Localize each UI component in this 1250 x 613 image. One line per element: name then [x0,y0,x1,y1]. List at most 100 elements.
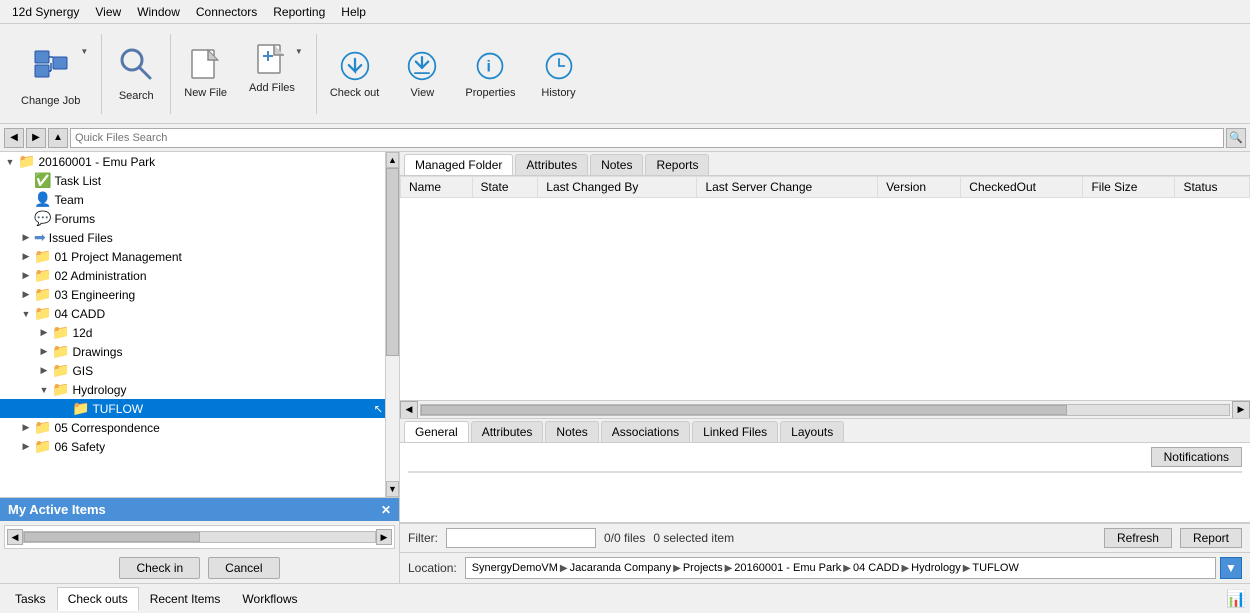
history-button[interactable]: History [529,38,589,110]
col-name[interactable]: Name [401,177,473,198]
tree-scroll-wrapper: ▼ 📁 20160001 - Emu Park ✅ Task List 👤 Te… [0,152,399,497]
view-button[interactable]: View [392,38,452,110]
bottom-tab-workflows[interactable]: Workflows [231,587,308,611]
scroll-right-arrow[interactable]: ▶ [376,529,392,545]
tree-item-hydrology[interactable]: ▼ 📁 Hydrology [0,380,385,399]
tab-associations[interactable]: Associations [601,421,690,442]
gis-expander[interactable]: ▶ [36,363,52,379]
col-state[interactable]: State [472,177,538,198]
menu-reporting[interactable]: Reporting [265,3,333,21]
change-job-button[interactable]: Change Job ▼ [12,38,97,110]
05-corr-label: 05 Correspondence [54,421,159,435]
03-eng-expander[interactable]: ▶ [18,287,34,303]
cancel-button[interactable]: Cancel [208,557,279,579]
tree-area: ▼ 📁 20160001 - Emu Park ✅ Task List 👤 Te… [0,152,385,497]
notifications-button[interactable]: Notifications [1151,447,1242,467]
active-items-scroll-thumb[interactable] [24,532,200,542]
hydrology-expander[interactable]: ▼ [36,382,52,398]
nav-back-button[interactable]: ◀ [4,128,24,148]
menu-12d-synergy[interactable]: 12d Synergy [4,3,87,21]
col-file-size[interactable]: File Size [1083,177,1175,198]
tab-reports[interactable]: Reports [645,154,709,175]
quick-search-input[interactable] [70,128,1224,148]
04-cadd-expander[interactable]: ▼ [18,306,34,322]
tree-item-03-eng[interactable]: ▶ 📁 03 Engineering [0,285,385,304]
col-checked-out[interactable]: CheckedOut [961,177,1083,198]
tree-item-02-admin[interactable]: ▶ 📁 02 Administration [0,266,385,285]
h-scroll-thumb[interactable] [421,405,1067,415]
tab-layouts[interactable]: Layouts [780,421,844,442]
tree-scroll-up[interactable]: ▲ [386,152,399,168]
tree-item-tuflow[interactable]: 📁 TUFLOW ↖ [0,399,385,418]
scroll-left-arrow[interactable]: ◀ [7,529,23,545]
02-admin-expander[interactable]: ▶ [18,268,34,284]
col-last-server-change[interactable]: Last Server Change [697,177,878,198]
tree-item-01-pm[interactable]: ▶ 📁 01 Project Management [0,247,385,266]
filter-input[interactable] [446,528,596,548]
location-dropdown-button[interactable]: ▼ [1220,557,1242,579]
tree-root[interactable]: ▼ 📁 20160001 - Emu Park [0,152,385,171]
col-version[interactable]: Version [878,177,961,198]
quick-search-button[interactable]: 🔍 [1226,128,1246,148]
report-button[interactable]: Report [1180,528,1242,548]
bottom-tab-recent-items[interactable]: Recent Items [139,587,232,611]
bottom-tab-check-outs[interactable]: Check outs [57,587,139,611]
tree-item-06-safety[interactable]: ▶ 📁 06 Safety [0,437,385,456]
01-pm-expander[interactable]: ▶ [18,249,34,265]
nav-forward-button[interactable]: ▶ [26,128,46,148]
col-status[interactable]: Status [1175,177,1250,198]
tree-item-gis[interactable]: ▶ 📁 GIS [0,361,385,380]
menu-help[interactable]: Help [333,3,374,21]
tab-attributes[interactable]: Attributes [515,154,588,175]
root-expander[interactable]: ▼ [2,154,18,170]
tree-item-forums[interactable]: 💬 Forums [0,209,385,228]
properties-button[interactable]: i Properties [456,38,524,110]
tree-item-team[interactable]: 👤 Team [0,190,385,209]
drawings-expander[interactable]: ▶ [36,344,52,360]
add-files-button[interactable]: Add Files ▼ [240,38,312,110]
04-cadd-icon: 📁 [34,305,51,322]
tree-item-drawings[interactable]: ▶ 📁 Drawings [0,342,385,361]
h-scroll-right[interactable]: ▶ [1232,401,1250,419]
active-items-scroll-track[interactable] [23,531,376,543]
tree-item-05-corr[interactable]: ▶ 📁 05 Correspondence [0,418,385,437]
tree-item-task-list[interactable]: ✅ Task List [0,171,385,190]
check-in-button[interactable]: Check in [119,557,200,579]
check-out-button[interactable]: Check out [321,38,389,110]
tree-item-issued-files[interactable]: ▶ ➡ Issued Files [0,228,385,247]
tuflow-icon: 📁 [72,400,89,417]
search-button[interactable]: Search [106,38,166,110]
tree-scroll-thumb[interactable] [386,168,399,356]
tree-item-04-cadd[interactable]: ▼ 📁 04 CADD [0,304,385,323]
team-label: Team [54,193,83,207]
active-items-close[interactable]: ✕ [381,503,391,517]
h-scroll-area: ◀ ▶ [400,400,1250,418]
menu-window[interactable]: Window [129,3,188,21]
tree-item-12d[interactable]: ▶ 📁 12d [0,323,385,342]
new-file-button[interactable]: New File [175,38,236,110]
team-icon: 👤 [34,191,51,208]
tab-bottom-notes[interactable]: Notes [545,421,598,442]
issued-expander[interactable]: ▶ [18,230,34,246]
menu-connectors[interactable]: Connectors [188,3,265,21]
loc-projects: Projects [683,562,723,574]
h-scroll-left[interactable]: ◀ [400,401,418,419]
06-safety-expander[interactable]: ▶ [18,439,34,455]
tab-bottom-attributes[interactable]: Attributes [471,421,544,442]
tab-notes[interactable]: Notes [590,154,643,175]
tab-linked-files[interactable]: Linked Files [692,421,778,442]
h-scroll-track[interactable] [420,404,1230,416]
12d-expander[interactable]: ▶ [36,325,52,341]
bottom-tab-tasks[interactable]: Tasks [4,587,57,611]
05-corr-expander[interactable]: ▶ [18,420,34,436]
nav-up-button[interactable]: ▲ [48,128,68,148]
refresh-button[interactable]: Refresh [1104,528,1172,548]
forums-expander [18,211,34,227]
tab-general[interactable]: General [404,421,469,442]
tab-managed-folder[interactable]: Managed Folder [404,154,513,175]
tree-scroll-down[interactable]: ▼ [386,481,399,497]
task-list-icon: ✅ [34,172,51,189]
col-last-changed-by[interactable]: Last Changed By [538,177,697,198]
menu-view[interactable]: View [87,3,129,21]
tree-scrollbar[interactable]: ▲ ▼ [385,152,399,497]
